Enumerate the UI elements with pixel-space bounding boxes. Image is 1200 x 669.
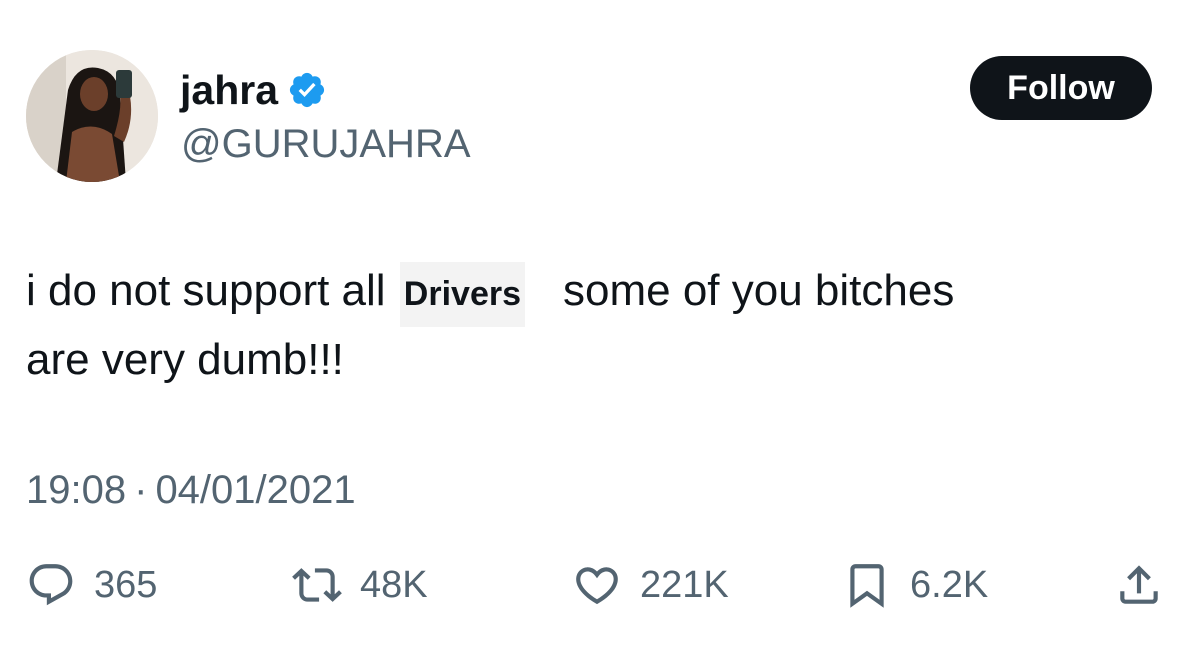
like-count: 221K bbox=[640, 563, 729, 606]
retweet-icon bbox=[292, 560, 342, 610]
author-handle[interactable]: @GURUJAHRA bbox=[181, 120, 471, 168]
tweet-text-part2: some of you bitches bbox=[563, 266, 955, 315]
avatar-photo bbox=[26, 50, 158, 182]
tweet-text-part1: i do not support all bbox=[26, 266, 386, 315]
action-bar: 365 48K 221K 6.2K bbox=[0, 555, 1200, 615]
redaction-label: Drivers bbox=[399, 262, 525, 327]
follow-button[interactable]: Follow bbox=[970, 56, 1152, 120]
author-name-row: jahra bbox=[180, 64, 327, 116]
share-button[interactable] bbox=[1114, 555, 1164, 615]
tweet-time: 19:08 bbox=[26, 468, 127, 512]
tweet-text: i do not support all Drivers some of you … bbox=[26, 258, 1166, 392]
bookmark-icon bbox=[842, 560, 892, 610]
timestamp-separator: · bbox=[134, 468, 148, 512]
reply-button[interactable]: 365 bbox=[26, 555, 157, 615]
tweet-date: 04/01/2021 bbox=[155, 468, 356, 512]
tweet-text-line2: are very dumb!!! bbox=[26, 335, 344, 384]
like-button[interactable]: 221K bbox=[572, 555, 729, 615]
bookmark-button[interactable]: 6.2K bbox=[842, 555, 988, 615]
bookmark-count: 6.2K bbox=[910, 563, 989, 606]
avatar[interactable] bbox=[26, 50, 158, 182]
retweet-count: 48K bbox=[360, 563, 428, 606]
share-icon bbox=[1114, 560, 1164, 610]
tweet-timestamp[interactable]: 19:08 · 04/01/2021 bbox=[26, 466, 356, 514]
reply-count: 365 bbox=[94, 563, 158, 606]
retweet-button[interactable]: 48K bbox=[292, 555, 428, 615]
heart-icon bbox=[572, 560, 622, 610]
tweet-card: jahra @GURUJAHRA Follow i do not support… bbox=[0, 0, 1200, 669]
reply-icon bbox=[26, 560, 76, 610]
display-name[interactable]: jahra bbox=[180, 69, 278, 111]
verified-badge-icon bbox=[287, 70, 327, 110]
